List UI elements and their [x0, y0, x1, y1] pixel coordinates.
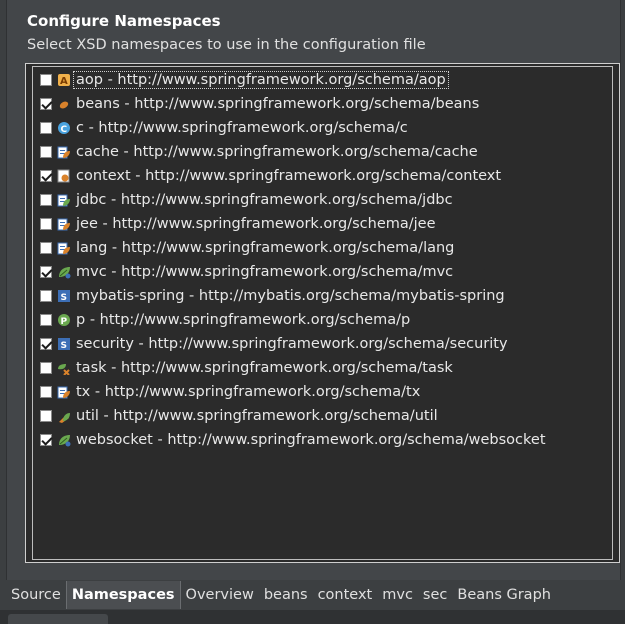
namespace-checkbox[interactable]: [40, 218, 52, 230]
namespace-row-cache[interactable]: cache - http://www.springframework.org/s…: [33, 140, 480, 164]
namespace-row-mybatis-spring[interactable]: Smybatis-spring - http://mybatis.org/sch…: [33, 284, 507, 308]
p-icon: P: [57, 313, 71, 327]
jdbc-icon: [57, 193, 71, 207]
context-icon: [57, 169, 71, 183]
namespace-checkbox[interactable]: [40, 194, 52, 206]
tab-overview[interactable]: Overview: [181, 581, 259, 609]
bottom-tab-stub: [8, 614, 108, 624]
mybatis-spring-icon: S: [57, 289, 71, 303]
namespace-checkbox[interactable]: [40, 386, 52, 398]
namespace-label: cache - http://www.springframework.org/s…: [76, 144, 478, 160]
namespace-label: mybatis-spring - http://mybatis.org/sche…: [76, 288, 505, 304]
namespace-row-jdbc[interactable]: jdbc - http://www.springframework.org/sc…: [33, 188, 455, 212]
namespace-row-context[interactable]: context - http://www.springframework.org…: [33, 164, 503, 188]
namespace-label: jdbc - http://www.springframework.org/sc…: [76, 192, 453, 208]
namespace-checkbox[interactable]: [40, 290, 52, 302]
beans-icon: [57, 97, 71, 111]
websocket-icon: [57, 433, 71, 447]
security-icon: S: [57, 337, 71, 351]
namespace-row-beans[interactable]: beans - http://www.springframework.org/s…: [33, 92, 481, 116]
namespace-checkbox[interactable]: [40, 362, 52, 374]
namespace-row-c[interactable]: Cc - http://www.springframework.org/sche…: [33, 116, 410, 140]
task-icon: [57, 361, 71, 375]
svg-text:A: A: [60, 76, 68, 87]
namespace-label: mvc - http://www.springframework.org/sch…: [76, 264, 454, 280]
lang-icon: [57, 241, 71, 255]
tab-beans[interactable]: beans: [259, 581, 313, 609]
tab-source[interactable]: Source: [6, 581, 66, 609]
namespace-row-websocket[interactable]: websocket - http://www.springframework.o…: [33, 428, 548, 452]
namespace-row-p[interactable]: Pp - http://www.springframework.org/sche…: [33, 308, 412, 332]
namespace-checkbox[interactable]: [40, 98, 52, 110]
namespace-list-body: Aaop - http://www.springframework.org/sc…: [32, 66, 613, 560]
editor-tab-bar: Source Namespaces Overview beans context mvc s…: [6, 581, 619, 609]
namespace-label: util - http://www.springframework.org/sc…: [76, 408, 438, 424]
svg-text:S: S: [61, 341, 67, 351]
namespace-list[interactable]: Aaop - http://www.springframework.org/sc…: [25, 63, 620, 563]
namespace-label: p - http://www.springframework.org/schem…: [76, 312, 411, 328]
namespace-row-util[interactable]: util - http://www.springframework.org/sc…: [33, 404, 440, 428]
util-icon: [57, 409, 71, 423]
tab-sec[interactable]: sec: [418, 581, 452, 609]
namespace-checkbox[interactable]: [40, 146, 52, 158]
cache-icon: [57, 145, 71, 159]
namespace-checkbox[interactable]: [40, 242, 52, 254]
tab-mvc[interactable]: mvc: [377, 581, 418, 609]
namespace-checkbox[interactable]: [40, 314, 52, 326]
namespace-checkbox[interactable]: [40, 170, 52, 182]
svg-text:S: S: [61, 293, 67, 303]
namespace-row-lang[interactable]: lang - http://www.springframework.org/sc…: [33, 236, 456, 260]
tab-context[interactable]: context: [313, 581, 378, 609]
namespace-label: aop - http://www.springframework.org/sch…: [73, 71, 449, 89]
namespace-row-mvc[interactable]: mvc - http://www.springframework.org/sch…: [33, 260, 455, 284]
namespace-checkbox[interactable]: [40, 122, 52, 134]
tab-namespaces[interactable]: Namespaces: [65, 581, 181, 609]
svg-text:P: P: [61, 317, 68, 327]
page-subtitle: Select XSD namespaces to use in the conf…: [27, 37, 426, 53]
namespace-label: jee - http://www.springframework.org/sch…: [76, 216, 436, 232]
bottom-strip: [0, 610, 625, 624]
page-title: Configure Namespaces: [27, 12, 221, 30]
namespace-label: beans - http://www.springframework.org/s…: [76, 96, 480, 112]
namespace-row-tx[interactable]: tx - http://www.springframework.org/sche…: [33, 380, 422, 404]
namespace-row-security[interactable]: Ssecurity - http://www.springframework.o…: [33, 332, 510, 356]
namespace-row-task[interactable]: task - http://www.springframework.org/sc…: [33, 356, 455, 380]
namespace-checkbox[interactable]: [40, 74, 52, 86]
namespace-label: c - http://www.springframework.org/schem…: [76, 120, 408, 136]
tx-icon: [57, 385, 71, 399]
namespace-checkbox[interactable]: [40, 410, 52, 422]
mvc-icon: [57, 265, 71, 279]
namespace-label: task - http://www.springframework.org/sc…: [76, 360, 453, 376]
jee-icon: [57, 217, 71, 231]
namespace-checkbox[interactable]: [40, 338, 52, 350]
namespace-checkbox[interactable]: [40, 266, 52, 278]
aop-icon: A: [57, 73, 71, 87]
namespace-label: security - http://www.springframework.or…: [76, 336, 508, 352]
c-icon: C: [57, 121, 71, 135]
namespace-checkbox[interactable]: [40, 434, 52, 446]
namespace-row-aop[interactable]: Aaop - http://www.springframework.org/sc…: [33, 68, 449, 92]
namespace-label: lang - http://www.springframework.org/sc…: [76, 240, 455, 256]
namespace-row-jee[interactable]: jee - http://www.springframework.org/sch…: [33, 212, 438, 236]
namespace-label: tx - http://www.springframework.org/sche…: [76, 384, 421, 400]
tab-beans-graph[interactable]: Beans Graph: [452, 581, 556, 609]
namespace-label: websocket - http://www.springframework.o…: [76, 432, 546, 448]
namespace-label: context - http://www.springframework.org…: [76, 168, 502, 184]
svg-text:C: C: [61, 125, 68, 135]
